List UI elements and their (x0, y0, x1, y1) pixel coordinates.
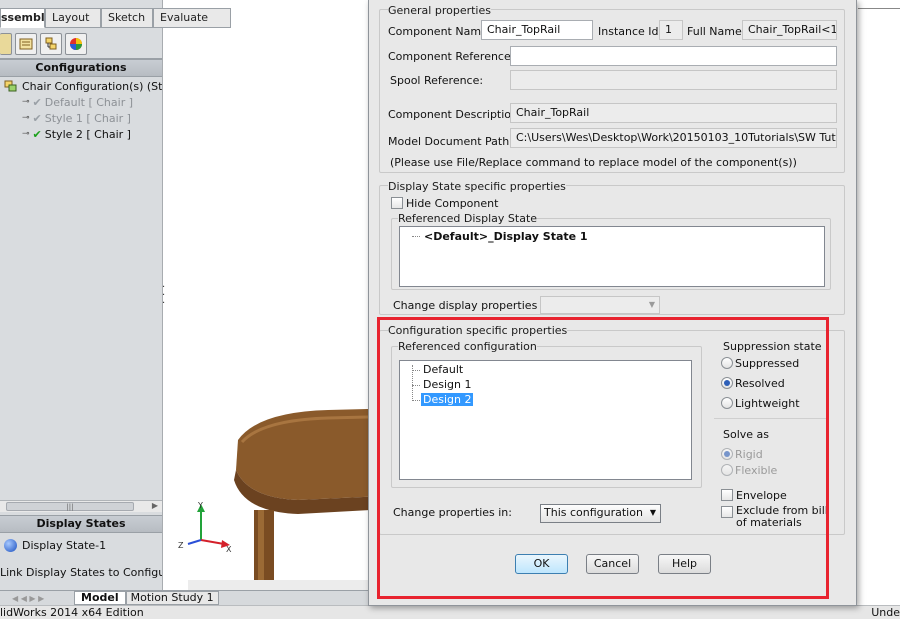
display-state-icon (4, 538, 17, 552)
tree-connector (412, 236, 420, 237)
instance-id-field: 1 (659, 20, 683, 40)
horizontal-scrollbar[interactable]: ||| ▶ (0, 500, 162, 512)
check-icon: ✔ (32, 95, 42, 109)
assembly-config-icon (4, 80, 18, 92)
display-manager-icon[interactable] (65, 33, 87, 55)
display-states-header: Display States (0, 515, 162, 533)
chevron-down-icon: ▼ (648, 300, 655, 309)
tab-model[interactable]: Model (74, 591, 126, 605)
referenced-display-state-label: Referenced Display State (398, 212, 538, 225)
tree-item-label: Style 2 [ Chair ] (44, 127, 131, 141)
replace-note: (Please use File/Replace command to repl… (390, 156, 797, 169)
display-state-listbox[interactable]: <Default>_Display State 1 (399, 226, 825, 287)
tab-sketch[interactable]: Sketch (101, 8, 153, 28)
display-state-label: Display State-1 (22, 538, 107, 552)
model-path-label: Model Document Path: (388, 135, 513, 148)
config-link-icon: ⊸ (22, 113, 30, 123)
hide-component-checkbox[interactable] (391, 197, 403, 209)
config-link-icon: ⊸ (22, 129, 30, 139)
check-icon: ✔ (32, 111, 42, 125)
configuration-manager-icon[interactable] (40, 33, 62, 55)
feature-manager-icon[interactable] (0, 33, 12, 55)
general-properties-title: General properties (388, 4, 491, 17)
status-bar: lidWorks 2014 x64 Edition Unde (0, 605, 900, 619)
status-text-left: lidWorks 2014 x64 Edition (0, 606, 144, 619)
change-display-properties-dropdown[interactable]: ▼ (540, 296, 660, 314)
tree-item-default[interactable]: ⊸ ✔ Default [ Chair ] (0, 94, 162, 110)
tree-root-label: Chair Configuration(s) (Style (22, 79, 162, 93)
tree-item-style-1[interactable]: ⊸ ✔ Style 1 [ Chair ] (0, 110, 162, 126)
full-name-label: Full Name: (687, 25, 746, 38)
status-text-right: Unde (871, 606, 900, 619)
hide-component-label: Hide Component (406, 197, 499, 210)
display-state-list-item[interactable]: <Default>_Display State 1 (424, 230, 588, 243)
configurations-header: Configurations (0, 59, 162, 77)
tab-assembly[interactable]: ssembly (0, 8, 45, 28)
scrollbar-thumb[interactable]: ||| (6, 502, 134, 511)
component-reference-label: Component Reference: (388, 50, 515, 63)
tree-root[interactable]: Chair Configuration(s) (Style (0, 78, 162, 94)
triad-y-label: Y (197, 501, 203, 510)
tree-item-label: Style 1 [ Chair ] (44, 111, 131, 125)
spool-reference-label: Spool Reference: (390, 74, 484, 87)
feature-manager-pane: ssembly Layout Sketch Evaluate Configura… (0, 0, 231, 590)
scroll-right-icon[interactable]: ▶ (152, 501, 158, 510)
model-path-field: C:\Users\Wes\Desktop\Work\20150103_10Tut… (510, 128, 837, 148)
tree-item-label: Default [ Chair ] (44, 95, 134, 109)
tab-evaluate[interactable]: Evaluate (153, 8, 231, 28)
display-state-title: Display State specific properties (388, 180, 566, 193)
triad-z-label: Z (178, 541, 184, 550)
component-name-label: Component Name: (388, 25, 492, 38)
component-description-label: Component Description: (388, 108, 522, 121)
display-state-item[interactable]: Display State-1 (0, 536, 162, 554)
triad-x-label: X (226, 545, 232, 552)
config-link-icon: ⊸ (22, 97, 30, 107)
component-name-field[interactable]: Chair_TopRail (481, 20, 593, 40)
tab-motion-study-1[interactable]: Motion Study 1 (125, 591, 219, 605)
configuration-tree: Chair Configuration(s) (Style ⊸ ✔ Defaul… (0, 78, 162, 142)
spool-reference-field (510, 70, 837, 90)
instance-id-label: Instance Id: (598, 25, 663, 38)
manager-icon-row (0, 33, 162, 57)
change-display-properties-label: Change display properties in: (393, 299, 555, 312)
window-edge-line (858, 8, 900, 9)
bottom-tab-bar: ◀ ◀ ▶ ▶ Model Motion Study 1 (0, 590, 370, 605)
tree-item-style-2[interactable]: ⊸ ✔ Style 2 [ Chair ] (0, 126, 162, 142)
tab-navigation[interactable]: ◀ ◀ ▶ ▶ (0, 591, 74, 605)
full-name-field: Chair_TopRail<1> (742, 20, 837, 40)
link-display-states-option[interactable]: Link Display States to Configuratio (0, 566, 162, 582)
property-manager-icon[interactable] (15, 33, 37, 55)
component-reference-field[interactable] (510, 46, 837, 66)
floor-shadow (188, 580, 368, 590)
component-description-field: Chair_TopRail (510, 103, 837, 123)
tab-layout[interactable]: Layout (45, 8, 101, 28)
active-check-icon: ✔ (32, 127, 42, 141)
command-manager-tabs: ssembly Layout Sketch Evaluate (0, 8, 236, 28)
coordinate-triad: Y X Z (178, 501, 232, 552)
highlight-annotation-box (377, 317, 829, 599)
